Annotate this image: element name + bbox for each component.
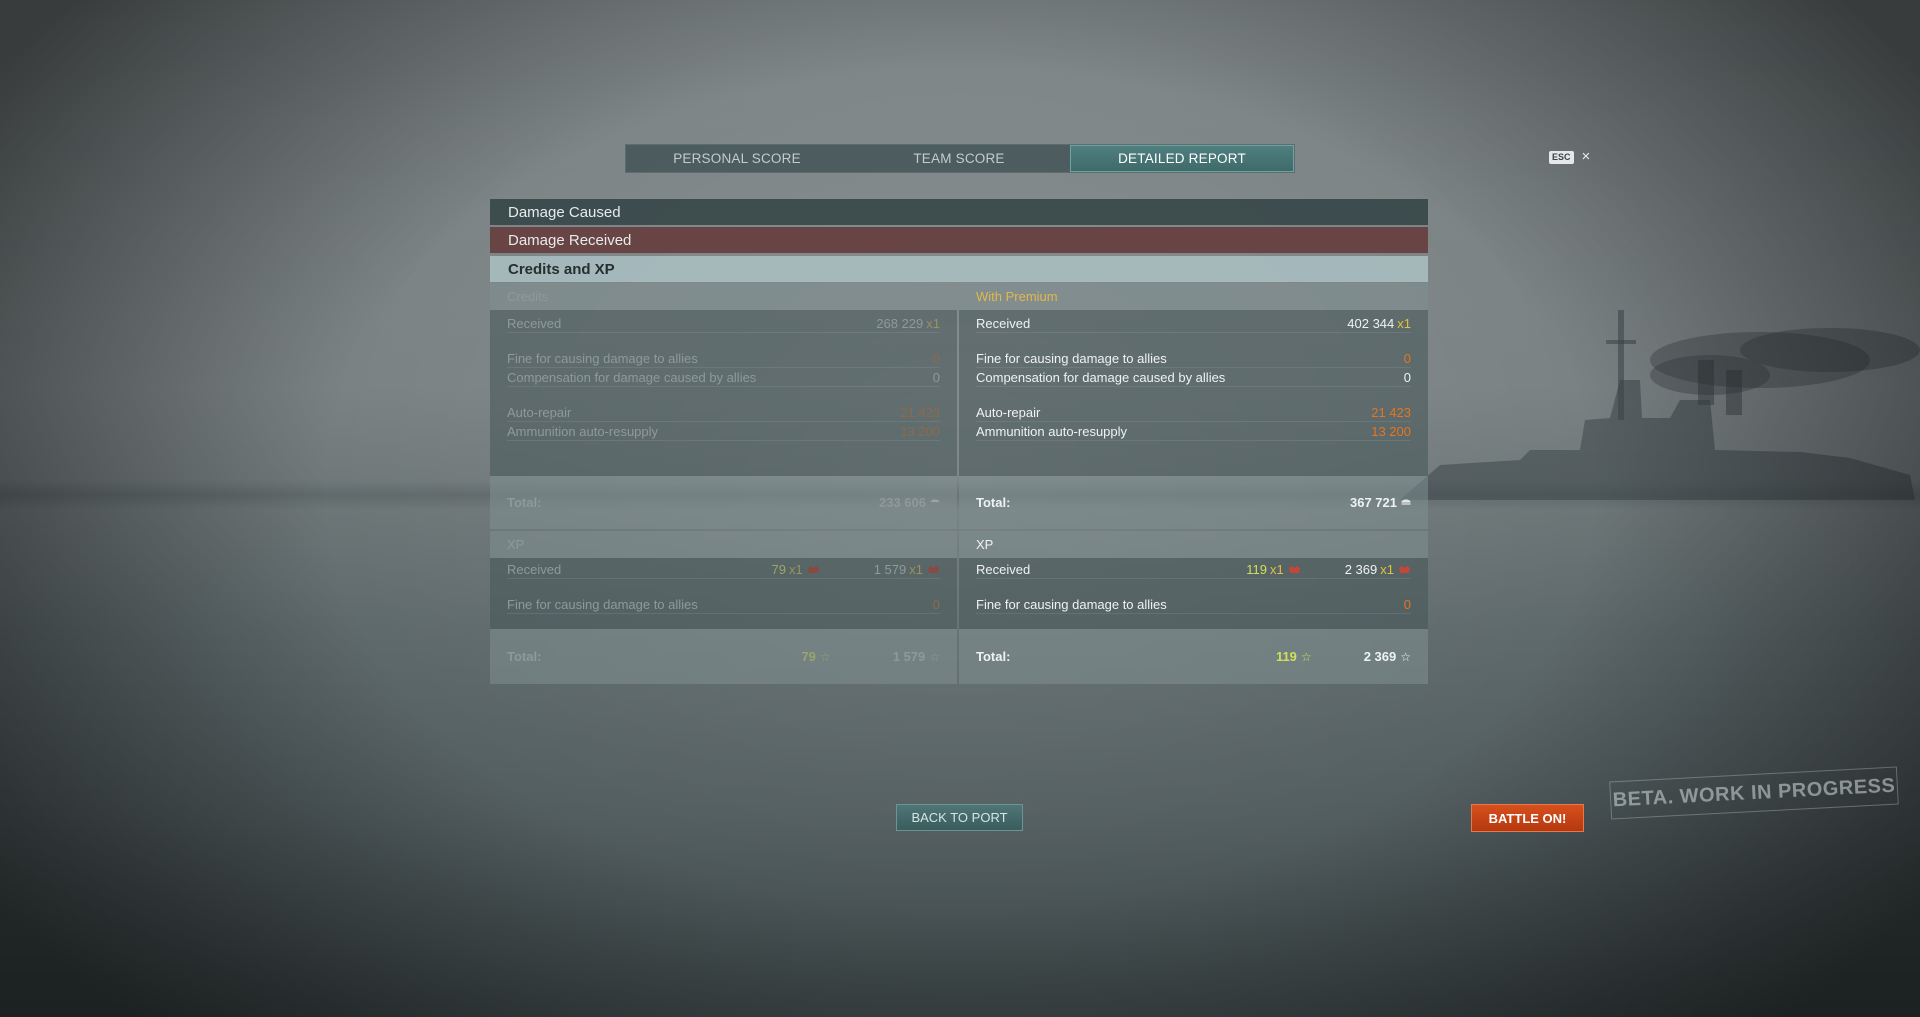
total-label: Total: (976, 649, 1011, 664)
xp-rows: Received 79 x1 1 579 x1 Fine for causing d… (490, 558, 957, 629)
close-control[interactable]: ESC × (1549, 149, 1591, 164)
section-title: Damage Received (508, 231, 632, 249)
credits-resupply-row: Ammunition auto-resupply 13 200 (976, 422, 1411, 441)
row-label: Received (507, 315, 562, 331)
row-value: 402 344 x1 (1347, 315, 1411, 331)
credits-panel-standard: Credits Received 268 229 x1 Fine for caus… (490, 283, 957, 529)
row-value: 13 200 (900, 423, 940, 439)
row-label: Auto-repair (507, 404, 572, 420)
total-xp: 1 579 (892, 649, 926, 664)
row-label: Compensation for damage caused by allies (507, 369, 757, 385)
credits-compensation-row: Compensation for damage caused by allies… (976, 368, 1411, 387)
row-value: 13 200 (1371, 423, 1411, 439)
row-label: Ammunition auto-resupply (507, 423, 659, 439)
row-value: 0 (932, 350, 940, 366)
star-icon: ☆ (819, 649, 831, 664)
row-label: Fine for causing damage to allies (507, 596, 698, 612)
credits-autorepair-row: Auto-repair 21 423 (976, 403, 1411, 422)
row-label: Fine for causing damage to allies (507, 350, 698, 366)
report-tabs: PERSONAL SCORE TEAM SCORE DETAILED REPOR… (625, 144, 1295, 173)
star-icon: ☆ (1400, 649, 1411, 664)
star-icon: ☆ (1300, 649, 1312, 664)
coin-icon (930, 499, 940, 505)
xp-rows: Received 119 x1 2 369 x1 Fine for causing … (959, 558, 1428, 629)
total-xp-value: 2 369 x1 (1345, 562, 1411, 577)
row-label: Fine for causing damage to allies (976, 596, 1167, 612)
section-title: Credits and XP (508, 260, 615, 278)
panel-title: With Premium (959, 283, 1428, 310)
xp-fine-row: Fine for causing damage to allies 0 (976, 595, 1411, 614)
credits-total-row: Total: 233 606 (490, 476, 957, 529)
row-value: 268 229 x1 (876, 315, 940, 331)
xp-fine-row: Fine for causing damage to allies 0 (507, 595, 940, 614)
esc-key-hint: ESC (1549, 150, 1574, 164)
xp-total-row: Total: 119 ☆ 2 369 ☆ (959, 629, 1428, 684)
total-value: 233 606 (879, 495, 926, 510)
row-value: 21 423 (1371, 404, 1411, 420)
credits-compensation-row: Compensation for damage caused by allies… (507, 368, 940, 387)
credits-rows: Received 268 229 x1 Fine for causing dama… (490, 310, 957, 476)
xp-total-row: Total: 79 ☆ 1 579 ☆ (490, 629, 957, 684)
credits-received-row: Received 402 344 x1 (976, 314, 1411, 333)
credits-autorepair-row: Auto-repair 21 423 (507, 403, 940, 422)
row-label: Ammunition auto-resupply (976, 423, 1128, 439)
xp-panel-standard: XP Received 79 x1 1 579 x1 Fine for causin… (490, 531, 957, 684)
row-value: 0 (1403, 369, 1411, 385)
row-value: 0 (1403, 350, 1411, 366)
row-label: Compensation for damage caused by allies (976, 369, 1226, 385)
section-title: Damage Caused (508, 203, 621, 221)
xp-received-row: Received 79 x1 1 579 x1 (507, 560, 940, 579)
section-credits-xp[interactable]: Credits and XP (490, 256, 1428, 282)
close-icon[interactable]: × (1582, 149, 1591, 164)
section-damage-caused[interactable]: Damage Caused (490, 199, 1428, 225)
star-icon: ☆ (929, 649, 940, 664)
emblem-icon (928, 566, 939, 574)
ship-xp-value: 119 x1 (1246, 562, 1300, 577)
emblem-icon (1288, 566, 1300, 574)
panel-title: XP (490, 531, 957, 558)
total-xp-value: 1 579 x1 (874, 562, 940, 577)
row-label: Fine for causing damage to allies (976, 350, 1167, 366)
xp-received-row: Received 119 x1 2 369 x1 (976, 560, 1411, 579)
row-value: 21 423 (900, 404, 940, 420)
credits-panel-premium: With Premium Received 402 344 x1 Fine for… (959, 283, 1428, 529)
credits-total-row: Total: 367 721 (959, 476, 1428, 529)
row-value: 0 (932, 369, 940, 385)
xp-panel-premium: XP Received 119 x1 2 369 x1 Fine for causi… (959, 531, 1428, 684)
row-value: 0 (932, 596, 940, 612)
tab-personal-score[interactable]: PERSONAL SCORE (626, 145, 848, 172)
back-to-port-button[interactable]: BACK TO PORT (896, 804, 1023, 831)
row-value: 0 (1403, 596, 1411, 612)
credits-resupply-row: Ammunition auto-resupply 13 200 (507, 422, 940, 441)
total-label: Total: (507, 649, 542, 664)
total-xp: 2 369 (1363, 649, 1397, 664)
total-label: Total: (976, 495, 1011, 510)
row-label: Received (976, 561, 1031, 577)
credits-received-row: Received 268 229 x1 (507, 314, 940, 333)
tab-detailed-report[interactable]: DETAILED REPORT (1070, 145, 1294, 172)
total-ship-xp: 79 (801, 649, 816, 664)
total-label: Total: (507, 495, 542, 510)
row-label: Auto-repair (976, 404, 1041, 420)
panel-title: Credits (490, 283, 957, 310)
panel-title: XP (959, 531, 1428, 558)
row-label: Received (976, 315, 1031, 331)
coin-icon (1401, 499, 1411, 505)
credits-fine-row: Fine for causing damage to allies 0 (507, 349, 940, 368)
section-damage-received[interactable]: Damage Received (490, 227, 1428, 253)
emblem-icon (807, 566, 819, 574)
tab-team-score[interactable]: TEAM SCORE (848, 145, 1070, 172)
row-label: Received (507, 561, 562, 577)
ship-xp-value: 79 x1 (772, 562, 820, 577)
total-ship-xp: 119 (1275, 649, 1297, 664)
credits-rows: Received 402 344 x1 Fine for causing dama… (959, 310, 1428, 476)
credits-fine-row: Fine for causing damage to allies 0 (976, 349, 1411, 368)
total-value: 367 721 (1350, 495, 1397, 510)
battle-on-button[interactable]: BATTLE ON! (1471, 804, 1584, 832)
emblem-icon (1399, 566, 1410, 574)
